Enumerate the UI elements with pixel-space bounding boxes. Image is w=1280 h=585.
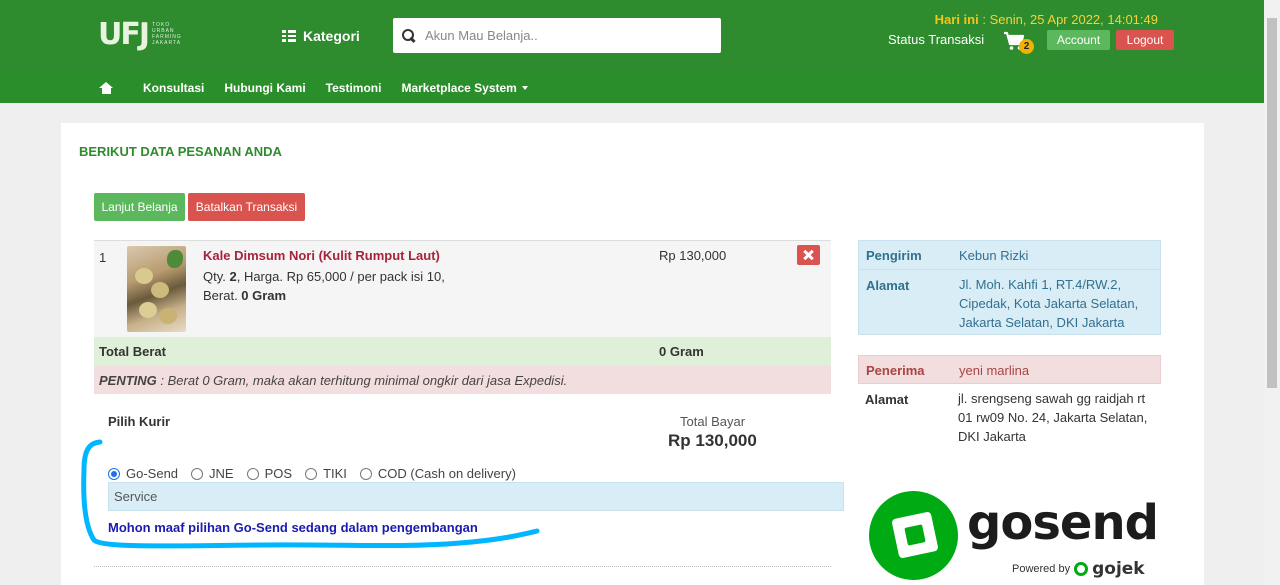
- alamat-pengirim-value: Jl. Moh. Kahfi 1, RT.4/RW.2, Cipedak, Ko…: [959, 277, 1139, 330]
- kurir-options: Go-Send JNE POS TIKI COD (Cash on delive…: [108, 466, 529, 481]
- kategori-button[interactable]: Kategori: [282, 28, 360, 44]
- remove-item-button[interactable]: [797, 245, 820, 265]
- pengirim-info: Pengirim Kebun Rizki Alamat Jl. Moh. Kah…: [858, 240, 1161, 335]
- item-price: Rp 130,000: [659, 248, 727, 263]
- lanjut-belanja-button[interactable]: Lanjut Belanja: [94, 193, 185, 221]
- penerima-label: Penerima: [866, 363, 925, 378]
- gosend-logo: gosend Powered by gojek: [867, 489, 1167, 584]
- grid-icon: [282, 30, 296, 42]
- cart-count-badge: 2: [1019, 39, 1034, 54]
- search-input[interactable]: [425, 28, 705, 43]
- kurir-option-gosend[interactable]: Go-Send: [108, 466, 178, 481]
- kurir-option-pos[interactable]: POS: [246, 466, 292, 481]
- nav-testimoni[interactable]: Testimoni: [326, 81, 382, 95]
- date-label: Hari ini: [934, 12, 979, 27]
- total-bayar-label: Total Bayar: [680, 414, 746, 429]
- penerima-value: yeni marlina: [959, 363, 1030, 378]
- caret-down-icon: [521, 85, 528, 90]
- main-nav: Konsultasi Hubungi Kami Testimoni Market…: [0, 72, 1264, 103]
- service-select[interactable]: Service: [108, 482, 844, 511]
- logout-button[interactable]: Logout: [1116, 30, 1174, 50]
- penerima-info: Penerima yeni marlina: [858, 355, 1161, 384]
- total-berat-value: 0 Gram: [659, 344, 704, 359]
- item-qty: 2: [229, 269, 237, 284]
- kurir-option-cod[interactable]: COD (Cash on delivery): [359, 466, 516, 481]
- search-box: [393, 18, 721, 53]
- site-logo[interactable]: UFJ TOKO URBAN FARMING JAKARTA: [98, 14, 182, 54]
- radio[interactable]: [246, 467, 259, 480]
- page-title: BERIKUT DATA PESANAN ANDA: [79, 144, 282, 159]
- status-transaksi-link[interactable]: Status Transaksi: [888, 32, 984, 47]
- pengirim-value: Kebun Rizki: [959, 248, 1029, 263]
- nav-marketplace-system[interactable]: Marketplace System: [401, 81, 528, 95]
- logo-mark: UFJ: [98, 16, 150, 52]
- radio[interactable]: [191, 467, 204, 480]
- item-number: 1: [99, 250, 107, 265]
- alamat-penerima-info: Alamat jl. srengseng sawah gg raidjah rt…: [858, 384, 1161, 450]
- date-display: Hari ini : Senin, 25 Apr 2022, 14:01:49: [935, 12, 1158, 27]
- date-value: : Senin, 25 Apr 2022, 14:01:49: [978, 12, 1158, 27]
- gosend-wordmark: gosend: [967, 495, 1159, 551]
- cart-button[interactable]: 2: [1003, 31, 1035, 55]
- scrollbar-thumb[interactable]: [1267, 18, 1277, 388]
- total-berat-label: Total Berat: [99, 344, 166, 359]
- alamat-pengirim-label: Alamat: [866, 278, 910, 293]
- batalkan-transaksi-button[interactable]: Batalkan Transaksi: [188, 193, 305, 221]
- total-berat-row: Total Berat 0 Gram: [94, 337, 831, 366]
- gosend-circle-icon: [869, 491, 958, 580]
- row-divider: [859, 269, 1160, 270]
- logo-subtext: TOKO URBAN FARMING JAKARTA: [152, 22, 182, 46]
- top-header: UFJ TOKO URBAN FARMING JAKARTA Kategori …: [0, 0, 1264, 72]
- page-scrollbar[interactable]: [1264, 0, 1280, 585]
- product-details: Qty. 2, Harga. Rp 65,000 / per pack isi …: [203, 269, 445, 303]
- order-item-row: 1 Kale Dimsum Nori (Kulit Rumput Laut) Q…: [94, 240, 831, 337]
- nav-hubungi-kami[interactable]: Hubungi Kami: [224, 81, 305, 95]
- gosend-notice: Mohon maaf pilihan Go-Send sedang dalam …: [108, 520, 478, 535]
- pengirim-label: Pengirim: [866, 248, 922, 263]
- product-image: [127, 246, 186, 332]
- penting-notice: PENTING : Berat 0 Gram, maka akan terhit…: [94, 366, 831, 394]
- total-bayar-value: Rp 130,000: [668, 431, 757, 450]
- divider: [94, 566, 831, 567]
- item-weight: 0 Gram: [241, 288, 287, 303]
- pilih-kurir-label: Pilih Kurir: [108, 414, 171, 429]
- alamat-penerima-label: Alamat: [865, 392, 909, 407]
- kurir-option-jne[interactable]: JNE: [191, 466, 234, 481]
- radio[interactable]: [305, 467, 318, 480]
- radio[interactable]: [359, 467, 372, 480]
- alamat-penerima-value: jl. srengseng sawah gg raidjah rt 01 rw0…: [958, 391, 1148, 444]
- order-panel: BERIKUT DATA PESANAN ANDA Lanjut Belanja…: [61, 123, 1204, 585]
- product-name[interactable]: Kale Dimsum Nori (Kulit Rumput Laut): [203, 248, 440, 263]
- kategori-label: Kategori: [303, 28, 360, 44]
- kurir-option-tiki[interactable]: TIKI: [305, 466, 347, 481]
- nav-konsultasi[interactable]: Konsultasi: [143, 81, 204, 95]
- account-button[interactable]: Account: [1047, 30, 1110, 50]
- search-icon: [402, 28, 416, 43]
- home-icon[interactable]: [99, 81, 113, 94]
- gojek-icon: [1074, 562, 1089, 576]
- powered-by-gojek: Powered by gojek: [1012, 559, 1145, 579]
- radio-selected[interactable]: [108, 467, 120, 480]
